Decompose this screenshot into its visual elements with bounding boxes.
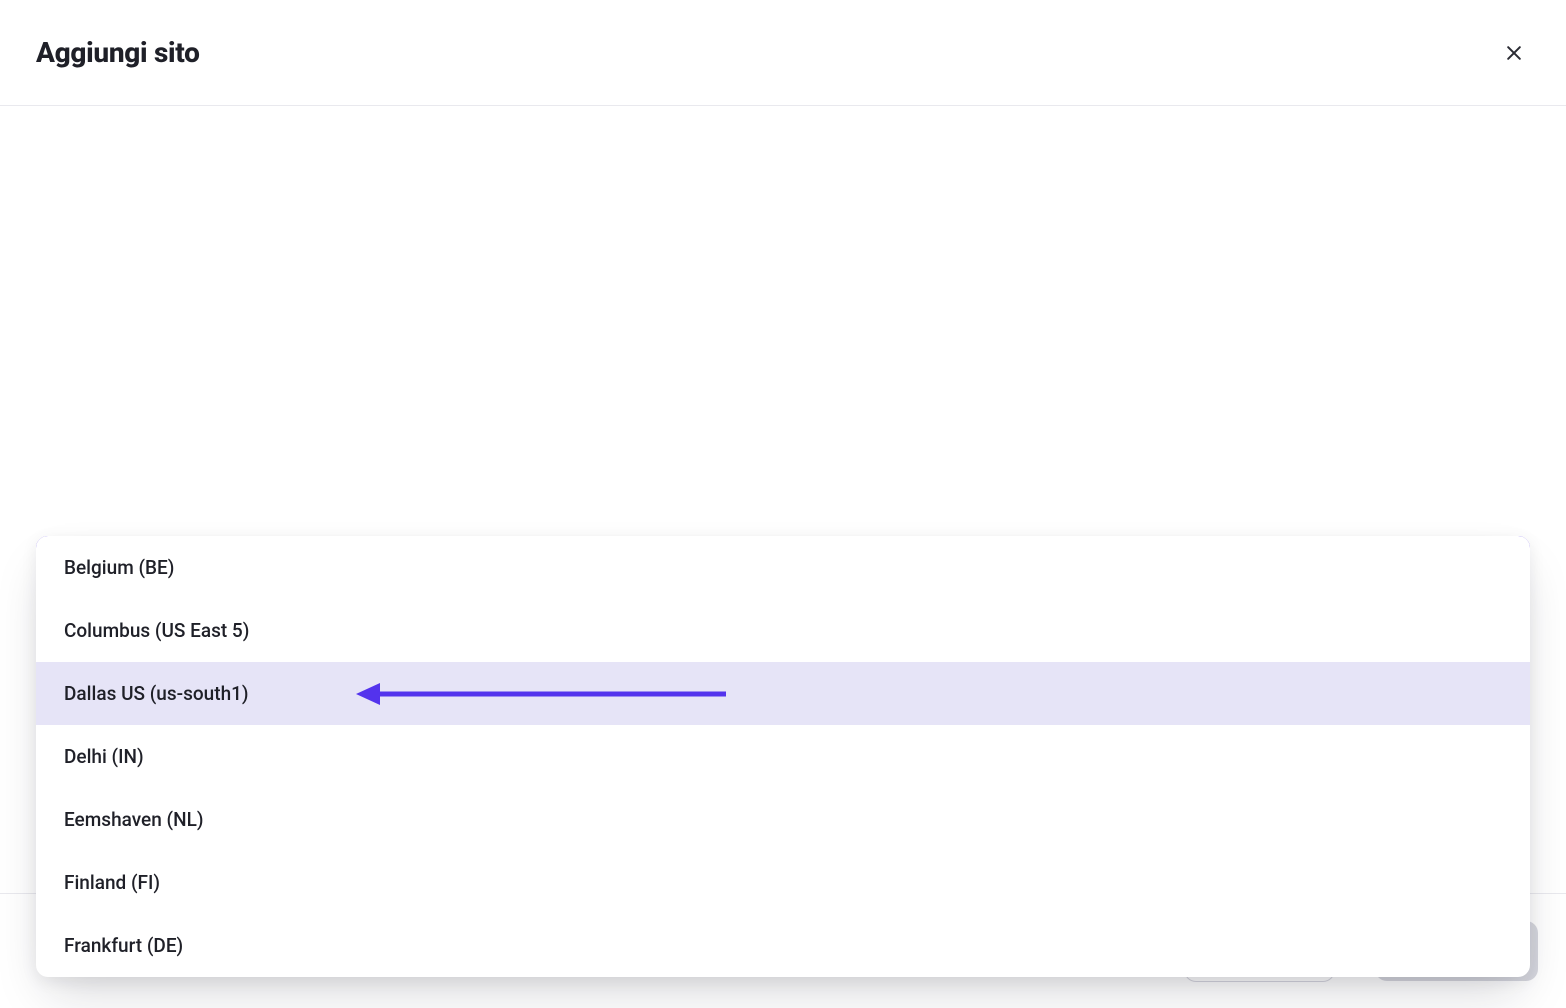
close-button[interactable] <box>1498 37 1530 69</box>
location-option[interactable]: Finland (FI) <box>36 851 1530 914</box>
modal-header: Aggiungi sito <box>0 0 1566 106</box>
location-option-label: Eemshaven (NL) <box>64 808 203 831</box>
location-option-label: Delhi (IN) <box>64 745 144 768</box>
location-option[interactable]: Dallas US (us-south1) <box>36 662 1530 725</box>
location-option[interactable]: Belgium (BE) <box>36 536 1530 599</box>
location-option-label: Dallas US (us-south1) <box>64 682 249 705</box>
location-option[interactable]: Delhi (IN) <box>36 725 1530 788</box>
location-option[interactable]: Eemshaven (NL) <box>36 788 1530 851</box>
location-option[interactable]: Frankfurt (DE) <box>36 914 1530 977</box>
location-option-label: Finland (FI) <box>64 871 160 894</box>
location-option-label: Columbus (US East 5) <box>64 619 249 642</box>
location-option[interactable]: Columbus (US East 5) <box>36 599 1530 662</box>
page-title: Aggiungi sito <box>36 36 200 69</box>
modal-content: Belgium (BE) Columbus (US East 5) Dallas U… <box>0 536 1566 728</box>
arrow-left-icon <box>356 680 726 708</box>
location-dropdown-panel: Belgium (BE) Columbus (US East 5) Dallas U… <box>36 536 1530 977</box>
location-option-label: Belgium (BE) <box>64 556 174 579</box>
close-icon <box>1504 43 1524 63</box>
location-option-label: Frankfurt (DE) <box>64 934 183 957</box>
